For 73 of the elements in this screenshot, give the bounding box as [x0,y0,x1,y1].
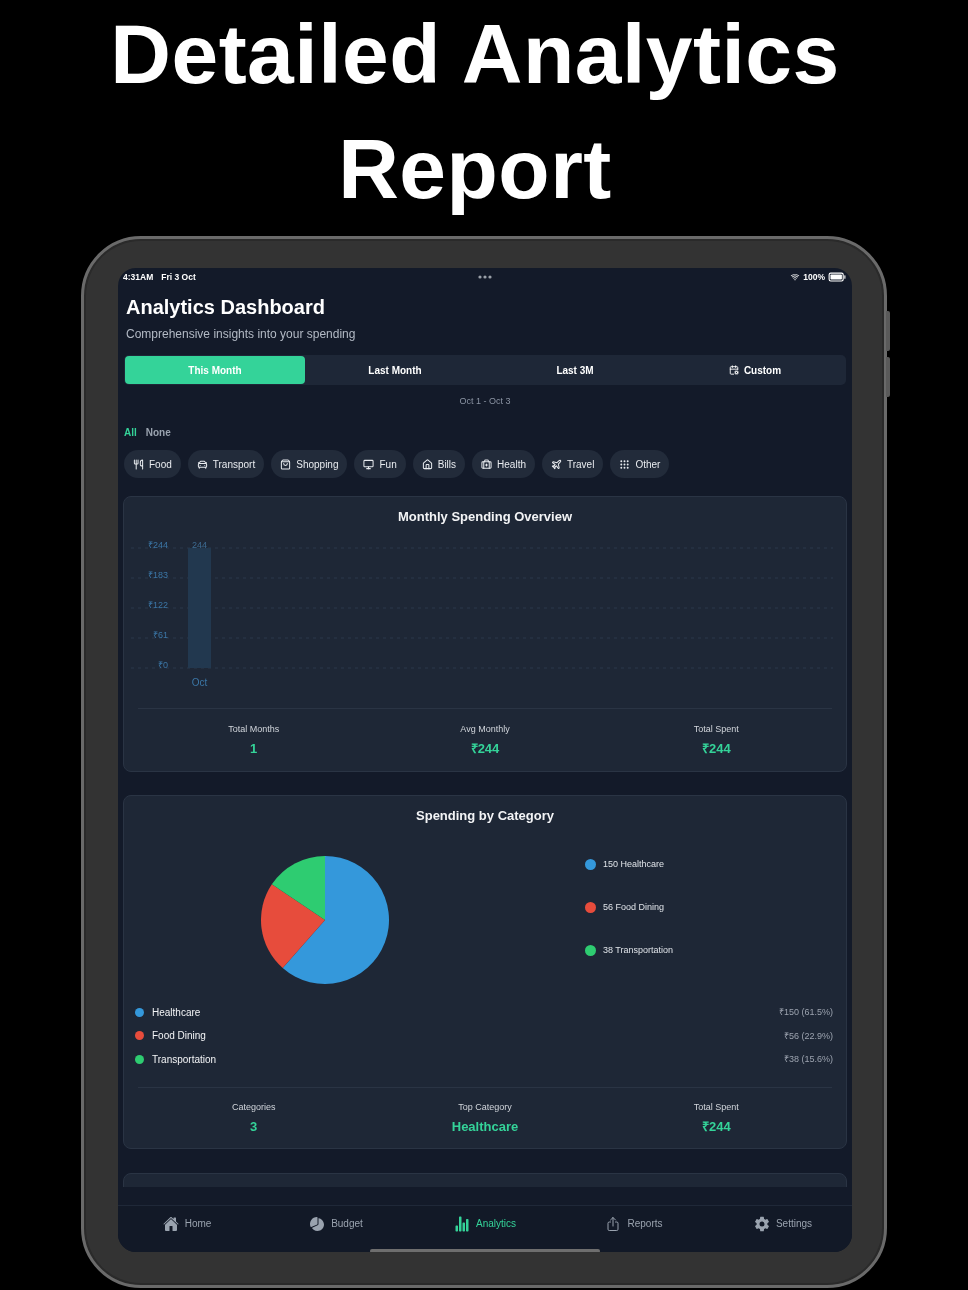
wifi-icon [790,272,801,282]
period-tab[interactable]: Last Month [305,356,485,384]
axis-tick-label: ₹183 [147,570,168,580]
axis-tick-label: ₹244 [147,540,168,550]
nav-tab[interactable]: Analytics [454,1216,516,1232]
category-chip[interactable]: Bills [412,450,466,478]
category-amount: ₹150 (61.5%) [778,1006,833,1018]
category-name: Food Dining [152,1029,206,1042]
stat-value: 1 [250,741,258,757]
category-chip[interactable]: Transport [187,450,265,478]
select-link[interactable]: None [145,426,171,439]
category-amount: ₹38 (15.6%) [783,1053,833,1065]
category-chip[interactable]: Fun [354,450,406,478]
axis-category-label: Oct [191,677,208,688]
stat-label: Total Spent [693,723,739,735]
stat-label: Total Spent [693,1101,739,1113]
volume-button[interactable] [886,357,890,397]
shopping-bag-icon [280,458,292,470]
stat-value: Healthcare [451,1119,519,1135]
category-name: Healthcare [152,1005,201,1019]
period-tab[interactable]: Last 3M [485,356,665,384]
axis-tick-label: ₹0 [158,660,168,670]
legend-label: 150 Healthcare [603,858,665,870]
calendar-icon [728,365,739,375]
axis-tick-label: ₹122 [147,600,168,610]
page-subtitle: Comprehensive insights into your spending [126,326,356,342]
battery-percent: 100% [803,272,825,282]
category-chip[interactable]: Food [124,450,181,478]
nav-tab[interactable]: Settings [753,1216,813,1232]
axis-tick-label: ₹61 [153,630,168,640]
stat-label: Total Months [228,723,280,735]
page-headline: Detailed Analytics Report [109,6,841,218]
date-range: Oct 1 - Oct 3 [459,395,511,407]
stat-value: ₹244 [470,741,500,757]
bar-value-label: 244 [192,540,207,550]
page-title: Analytics Dashboard [126,295,325,319]
legend-label: 56 Food Dining [603,901,665,913]
select-link[interactable]: All [124,426,137,439]
dot-grid-icon [619,458,631,470]
category-chip[interactable]: Travel [541,450,604,478]
bar-chart-icon [454,1216,470,1232]
category-chip[interactable]: Shopping [271,450,348,478]
monitor-icon [363,458,375,470]
stat-label: Top Category [458,1101,512,1113]
stat-value: ₹244 [701,1119,731,1135]
card-title: Spending by Category [416,808,554,824]
nav-tab[interactable]: Budget [309,1216,363,1232]
status-date: Fri 3 Oct [161,272,196,282]
nav-tab[interactable]: Reports [605,1216,663,1232]
house-icon [421,458,433,470]
category-chip[interactable]: Health [472,450,535,478]
car-icon [196,458,208,470]
stat-label: Avg Monthly [460,723,510,735]
legend-label: 38 Transportation [603,944,674,956]
category-name: Transportation [152,1052,217,1066]
share-icon [605,1216,622,1232]
pie-chart-icon [309,1216,326,1232]
stat-value: 3 [250,1119,258,1135]
medical-kit-icon [481,458,493,470]
volume-button[interactable] [886,311,890,351]
plane-icon [550,458,562,470]
status-time: 4:31AM [123,272,154,282]
period-tab[interactable]: Custom [665,356,845,384]
stat-label: Categories [231,1101,276,1113]
nav-tab[interactable]: Home [162,1216,212,1232]
category-chip[interactable]: Other [610,450,670,478]
stat-value: ₹244 [701,741,731,757]
card-title: Monthly Spending Overview [397,509,573,525]
category-amount: ₹56 (22.9%) [783,1029,833,1042]
settings-icon [753,1216,770,1232]
house-icon [162,1216,179,1232]
fork-knife-icon [133,458,144,470]
more-dots-icon [477,275,492,279]
